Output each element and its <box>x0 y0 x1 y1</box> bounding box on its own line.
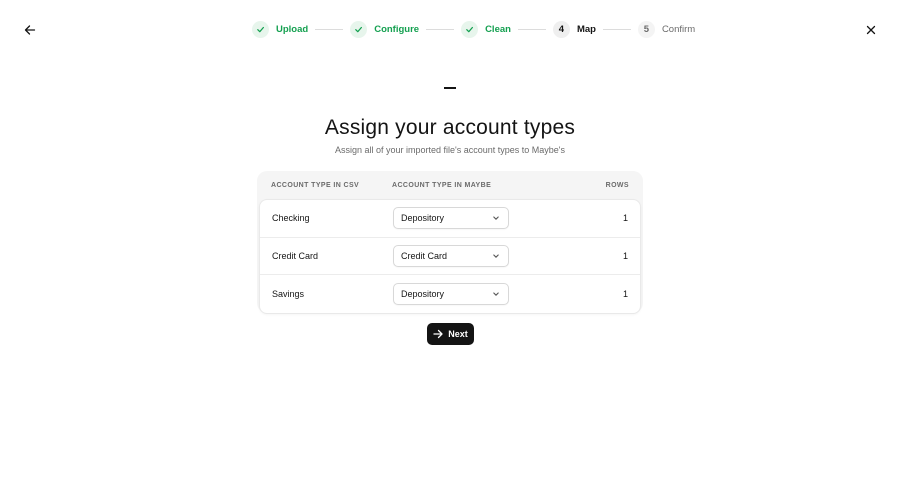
row-count: 1 <box>622 288 628 299</box>
table-row: Checking Depository 1 <box>260 200 640 238</box>
check-icon <box>252 21 269 38</box>
step-confirm[interactable]: 5 Confirm <box>637 21 696 38</box>
chevron-down-icon <box>493 254 499 258</box>
account-type-select[interactable]: Credit Card <box>393 244 509 267</box>
step-number: 4 <box>552 21 570 38</box>
step-label: Confirm <box>661 24 696 35</box>
column-header-csv: Account type in CSV <box>271 181 360 189</box>
check-icon <box>461 21 479 38</box>
account-type-select[interactable]: Depository <box>393 207 509 230</box>
table-row: Credit Card Credit Card 1 <box>260 238 640 275</box>
step-connector <box>517 29 546 30</box>
back-button[interactable] <box>20 20 40 40</box>
select-value: Depository <box>401 213 445 224</box>
table-header: Account type in CSV Account type in Mayb… <box>259 171 641 199</box>
next-button[interactable]: Next <box>427 323 474 345</box>
decorative-dash <box>444 87 456 89</box>
maybe-type-cell: Depository <box>393 282 623 305</box>
select-value: Credit Card <box>401 250 448 261</box>
step-label: Clean <box>485 24 511 35</box>
account-type-table: Account type in CSV Account type in Mayb… <box>257 171 643 314</box>
step-connector <box>315 29 344 30</box>
arrow-right-icon <box>433 329 443 339</box>
csv-account-type: Credit Card <box>272 250 319 261</box>
step-configure[interactable]: Configure <box>350 21 419 38</box>
table-body: Checking Depository 1 Credit Card Credit… <box>259 199 641 314</box>
account-type-select[interactable]: Depository <box>393 282 509 305</box>
step-connector <box>426 29 455 30</box>
step-label: Configure <box>374 24 420 35</box>
close-button[interactable] <box>861 20 881 40</box>
chevron-down-icon <box>493 292 499 296</box>
step-map[interactable]: 4 Map <box>552 21 596 38</box>
table-row: Savings Depository 1 <box>260 275 640 313</box>
row-count: 1 <box>622 213 628 224</box>
column-header-maybe: Account type in Maybe <box>392 181 492 189</box>
row-count: 1 <box>622 250 628 261</box>
step-clean[interactable]: Clean <box>461 21 511 38</box>
maybe-type-cell: Credit Card <box>393 244 623 267</box>
import-stepper: Upload Configure Clean 4 Map 5 Confirm <box>252 20 695 39</box>
step-number: 5 <box>637 21 655 38</box>
chevron-down-icon <box>493 216 499 220</box>
column-header-rows: Rows <box>605 181 629 189</box>
next-label: Next <box>448 329 468 339</box>
page-title: Assign your account types <box>324 116 576 139</box>
check-icon <box>350 21 368 38</box>
step-label: Upload <box>276 24 309 35</box>
csv-account-type: Savings <box>272 288 305 299</box>
step-label: Map <box>576 24 596 35</box>
maybe-type-cell: Depository <box>393 207 623 230</box>
close-icon <box>866 25 876 35</box>
step-connector <box>602 29 631 30</box>
csv-account-type: Checking <box>272 213 310 224</box>
page-subtitle: Assign all of your imported file's accou… <box>334 145 566 155</box>
step-upload[interactable]: Upload <box>252 21 308 38</box>
select-value: Depository <box>401 288 445 299</box>
arrow-left-icon <box>24 25 36 35</box>
